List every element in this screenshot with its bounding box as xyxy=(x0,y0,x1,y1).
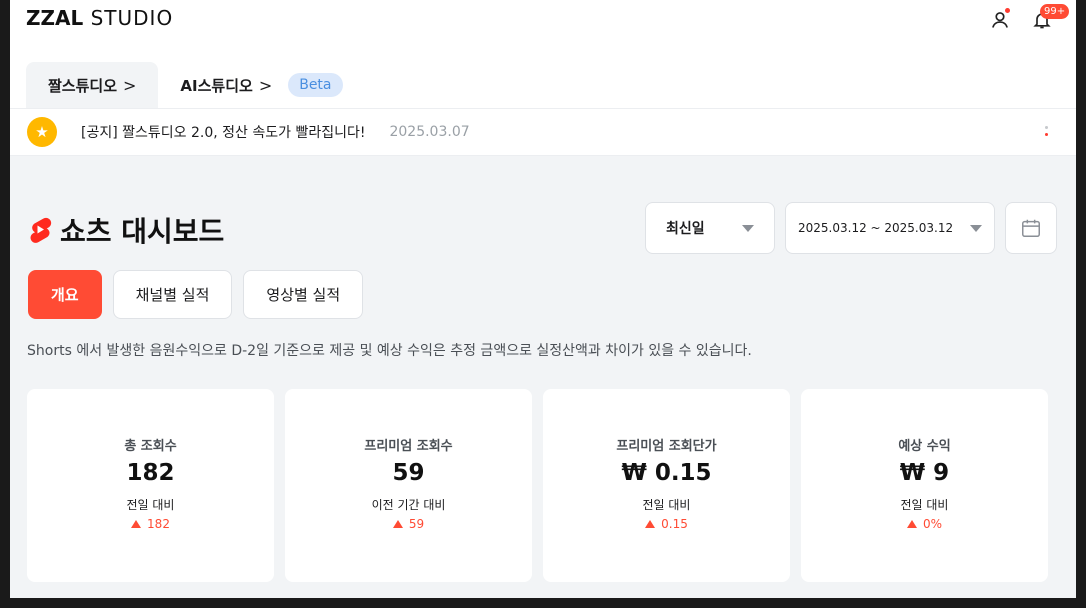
notice-bar[interactable]: ★ [공지] 짤스튜디오 2.0, 정산 속도가 빨라집니다! 2025.03.… xyxy=(10,108,1076,156)
metric-delta: 0.15 xyxy=(645,517,688,531)
star-icon: ★ xyxy=(27,117,57,147)
tab-overview[interactable]: 개요 xyxy=(28,270,102,319)
metric-delta-value: 0.15 xyxy=(661,517,688,531)
beta-badge: Beta xyxy=(288,73,343,97)
page-title: 쇼츠 대시보드 xyxy=(60,215,225,248)
metric-delta-value: 0% xyxy=(922,517,943,531)
metric-value: ₩ 9 xyxy=(899,460,950,486)
metric-card-total-views: 총 조회수 182 전일 대비 182 xyxy=(27,389,274,582)
sort-select-value: 최신일 xyxy=(666,221,705,237)
tab-channel-performance[interactable]: 채널별 실적 xyxy=(112,270,233,319)
arrow-up-icon xyxy=(906,520,917,528)
metric-compare-label: 전일 대비 xyxy=(642,498,691,512)
tab-zzal-studio[interactable]: 짤스튜디오 > xyxy=(26,62,159,108)
user-icon xyxy=(992,12,1008,28)
dashboard-controls: 최신일 2025.03.12 ~ 2025.03.12 xyxy=(645,202,1057,254)
metric-delta: 182 xyxy=(131,517,170,531)
metric-compare-label: 전일 대비 xyxy=(126,498,175,512)
notice-date: 2025.03.07 xyxy=(389,124,470,140)
calendar-icon xyxy=(1022,219,1040,237)
dashboard-description: Shorts 에서 발생한 음원수익으로 D-2일 기준으로 제공 및 예상 수… xyxy=(27,343,752,359)
metric-delta-value: 182 xyxy=(147,517,170,531)
metric-compare-label: 이전 기간 대비 xyxy=(371,498,446,512)
metric-label: 프리미엄 조회단가 xyxy=(616,439,717,454)
metric-delta: 59 xyxy=(392,517,425,531)
notification-count-badge: 99+ xyxy=(1040,4,1070,19)
metric-delta-value: 59 xyxy=(408,517,425,531)
dashboard-header: 쇼츠 대시보드 xyxy=(28,210,224,250)
logo-text: STUDIO xyxy=(90,6,174,30)
tab-video-performance[interactable]: 영상별 실적 xyxy=(243,270,364,319)
tab-ai-studio[interactable]: AI스튜디오 > Beta xyxy=(158,62,364,108)
sort-select[interactable]: 최신일 xyxy=(645,202,775,254)
arrow-up-icon xyxy=(645,520,656,528)
top-actions: 99+ xyxy=(988,4,1070,32)
date-range-value: 2025.03.12 ~ 2025.03.12 xyxy=(798,221,954,235)
arrow-up-icon xyxy=(392,520,403,528)
profile-alert-dot xyxy=(1005,8,1010,13)
youtube-shorts-icon xyxy=(30,217,52,243)
tab-label: AI스튜디오 xyxy=(180,76,253,95)
metric-label: 프리미엄 조회수 xyxy=(364,439,453,454)
metric-label: 총 조회수 xyxy=(124,439,177,454)
chevron-right-icon: > xyxy=(123,75,137,95)
profile-button[interactable] xyxy=(988,8,1012,32)
metric-compare-label: 전일 대비 xyxy=(900,498,949,512)
top-navigation: ZZAL STUDIO 99+ 짤스튜디오 > AI스튜디오 > Beta xyxy=(10,0,1076,108)
chevron-right-icon: > xyxy=(258,75,273,95)
arrow-up-icon xyxy=(131,520,142,528)
metric-value: 59 xyxy=(392,460,425,486)
metric-card-premium-views: 프리미엄 조회수 59 이전 기간 대비 59 xyxy=(285,389,532,582)
metric-value: ₩ 0.15 xyxy=(621,460,712,486)
metric-label: 예상 수익 xyxy=(898,439,951,454)
logo[interactable]: ZZAL STUDIO xyxy=(26,6,173,30)
caret-down-icon xyxy=(970,224,982,232)
calendar-button[interactable] xyxy=(1005,202,1057,254)
metric-value: 182 xyxy=(126,460,175,486)
logo-mark: ZZAL xyxy=(26,6,84,30)
metric-delta: 0% xyxy=(906,517,943,531)
app-frame: ZZAL STUDIO 99+ 짤스튜디오 > AI스튜디오 > Beta ★ … xyxy=(10,0,1076,598)
tab-label: 짤스튜디오 xyxy=(48,76,118,95)
metric-card-premium-view-rate: 프리미엄 조회단가 ₩ 0.15 전일 대비 0.15 xyxy=(543,389,790,582)
notice-text[interactable]: [공지] 짤스튜디오 2.0, 정산 속도가 빨라집니다! xyxy=(81,122,365,142)
caret-down-icon xyxy=(742,224,754,232)
metric-cards: 총 조회수 182 전일 대비 182 프리미엄 조회수 59 이전 기간 대비… xyxy=(27,389,1048,582)
date-range-select[interactable]: 2025.03.12 ~ 2025.03.12 xyxy=(785,202,995,254)
studio-tabs: 짤스튜디오 > AI스튜디오 > Beta xyxy=(26,62,365,108)
kebab-dot xyxy=(1045,126,1048,129)
metric-card-estimated-revenue: 예상 수익 ₩ 9 전일 대비 0% xyxy=(801,389,1048,582)
notifications-button[interactable]: 99+ xyxy=(1030,4,1070,32)
view-tabs: 개요 채널별 실적 영상별 실적 xyxy=(28,270,364,319)
kebab-dot-alert xyxy=(1045,133,1048,136)
kebab-menu-icon[interactable] xyxy=(1045,126,1048,136)
